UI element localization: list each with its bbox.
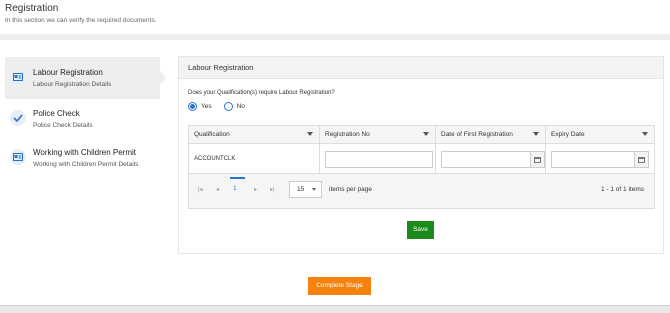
sidebar-item-working-with-children[interactable]: Working with Children Permit Working wit… [5,137,160,187]
page-title: Registration [5,3,59,14]
sidebar-item-sub: Labour Registration Details [33,81,112,88]
first-page-button[interactable]: |◂ [198,186,203,193]
calendar-icon[interactable] [634,152,648,167]
chevron-down-icon [312,188,316,191]
sidebar-item-label: Police Check [33,109,80,118]
table-row: ACCOUNTCLK [189,144,654,174]
sidebar-item-label: Working with Children Permit [33,148,136,157]
registration-radio-group: Yes No [188,102,245,111]
grid-header: Qualification Registration No Date of Fi… [189,126,654,144]
sidebar-item-police-check[interactable]: Police Check Police Check Details [5,98,160,140]
no-radio[interactable] [223,102,233,111]
previous-page-button[interactable]: ◂ [216,186,219,193]
sidebar: Labour Registration Labour Registration … [0,40,178,305]
column-header-label: Qualification [194,131,230,138]
id-card-icon [10,69,26,85]
sidebar-item-sub: Police Check Details [33,122,93,129]
sidebar-item-labour-registration[interactable]: Labour Registration Labour Registration … [5,57,166,99]
page-number-button[interactable]: 1 [233,185,237,192]
current-page-indicator [230,177,245,179]
sidebar-item-label: Labour Registration [33,68,103,77]
sidebar-item-sub: Working with Children Permit Details [33,161,139,168]
save-button[interactable]: Save [407,221,434,239]
calendar-icon[interactable] [530,152,544,167]
filter-icon[interactable] [423,132,429,136]
next-page-button[interactable]: ▸ [254,186,257,193]
yes-radio[interactable] [188,102,197,111]
filter-icon[interactable] [307,132,313,136]
panel-title: Labour Registration [179,57,663,79]
filter-icon[interactable] [533,132,539,136]
page-size-label: items per page [329,186,372,193]
complete-stage-button[interactable]: Complete Stage [308,277,371,295]
expiry-date-cell [546,144,654,174]
footer-bar [0,305,670,313]
qualification-grid: Qualification Registration No Date of Fi… [188,125,655,209]
yes-radio-label: Yes [201,103,212,110]
expiry-date-input[interactable] [551,151,649,168]
registration-no-cell [320,144,436,174]
column-header-qualification[interactable]: Qualification [189,126,320,144]
qualification-cell: ACCOUNTCLK [189,144,320,174]
filter-icon[interactable] [642,132,648,136]
date-first-registration-cell [436,144,546,174]
id-card-icon [10,149,26,165]
column-header-registration-no[interactable]: Registration No [320,126,436,144]
checkmark-icon [10,110,26,126]
labour-registration-panel: Labour Registration Does your Qualificat… [178,56,664,254]
pager-info: 1 - 1 of 1 items [601,186,644,193]
page-size-select[interactable]: 15 [289,181,322,198]
column-header-date-first-registration[interactable]: Date of First Registration [436,126,546,144]
page-size-value: 15 [297,186,305,193]
page-header: Registration In this section we can veri… [0,0,670,34]
column-header-expiry-date[interactable]: Expiry Date [546,126,654,144]
no-radio-label: No [236,103,245,110]
column-header-label: Registration No [325,131,370,138]
registration-question: Does your Qualification(s) require Labou… [188,90,335,96]
page-subtitle: In this section we can verify the requir… [5,17,157,24]
column-header-label: Expiry Date [551,131,585,138]
date-first-registration-input[interactable] [441,151,545,168]
registration-no-input[interactable] [325,151,433,168]
last-page-button[interactable]: ▸| [270,186,275,193]
grid-pager: |◂ ◂ 1 ▸ ▸| 15 items per page 1 - 1 of 1… [189,174,654,208]
column-header-label: Date of First Registration [441,131,513,138]
